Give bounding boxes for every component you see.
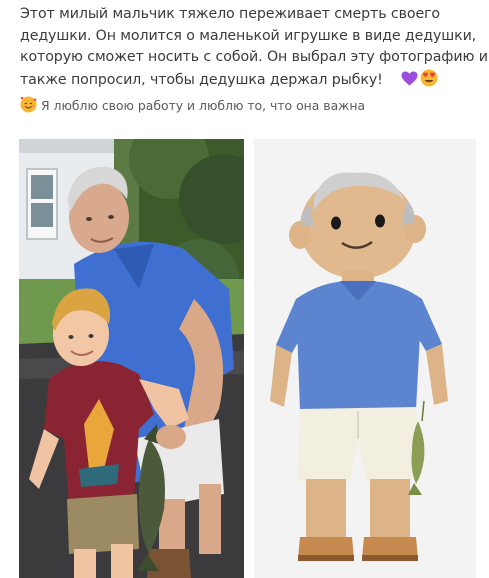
caption-line-4: также попросил, чтобы дедушка держал рыб…	[20, 69, 470, 92]
reply-text: Я люблю свою работу и люблю то, что она …	[41, 98, 366, 113]
photo-grandfather-and-boy	[19, 139, 244, 578]
reply-line: Я люблю свою работу и люблю то, что она …	[20, 96, 480, 115]
caption-line-4-text: также попросил, чтобы дедушка держал рыб…	[20, 71, 383, 88]
photo-crochet-doll	[254, 139, 476, 578]
smiling-face-with-hearts-icon	[20, 96, 37, 113]
caption-line-1: Этот милый мальчик тяжело переживает сме…	[20, 6, 441, 22]
heart-eyes-face-icon	[420, 69, 438, 87]
caption-line-3: которую сможет носить с собой. Он выбрал…	[20, 49, 488, 65]
caption-line-2: дедушки. Он молится о маленькой игрушке …	[20, 27, 477, 44]
purple-heart-icon	[401, 71, 418, 86]
post-caption: Этот милый мальчик тяжело переживает сме…	[20, 4, 488, 92]
